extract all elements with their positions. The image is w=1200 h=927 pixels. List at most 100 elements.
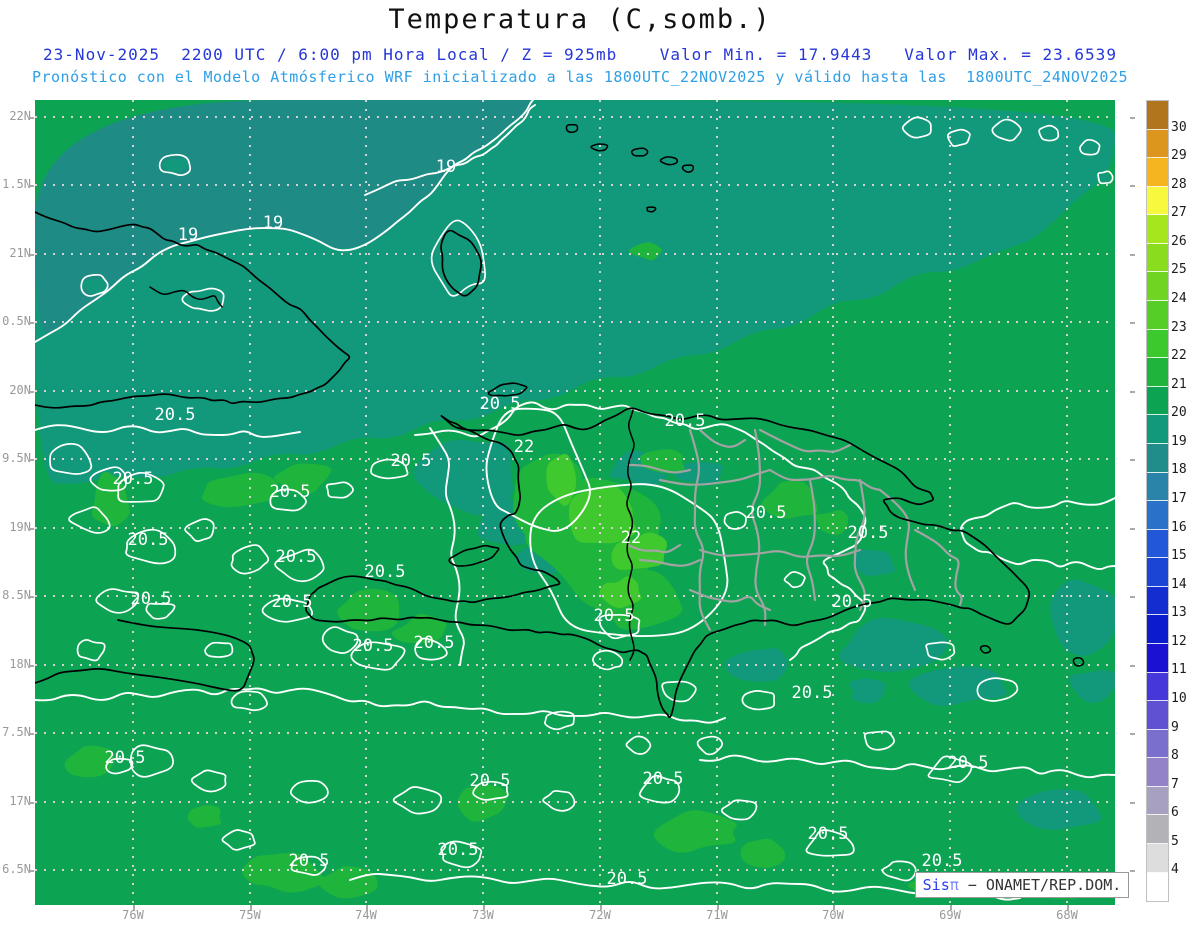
colorbar-segment: [1147, 758, 1168, 787]
colorbar-tick-label: 10: [1171, 691, 1187, 706]
y-tick-label: 7.5N: [2, 725, 31, 739]
colorbar-tick-label: 19: [1171, 433, 1187, 449]
colorbar-segment: [1147, 815, 1168, 845]
watermark-box: Sisπ − ONAMET/REP.DOM.: [915, 872, 1129, 898]
y-tick-label: 9.5N: [2, 451, 31, 465]
colorbar-segment: [1147, 101, 1168, 130]
colorbar-tick-label: 22: [1171, 348, 1187, 364]
colorbar-segment: [1147, 786, 1168, 816]
contour-label: 20.5: [594, 606, 635, 626]
contour-label: 20.5: [948, 753, 989, 773]
colorbar: [1146, 100, 1169, 902]
y-tick: [29, 528, 34, 530]
colorbar-segment: [1147, 558, 1168, 587]
x-tick-label: 76W: [122, 908, 144, 922]
watermark-pi-icon: π: [949, 876, 959, 894]
y-tick-right: [1130, 733, 1135, 735]
colorbar-tick-label: 11: [1171, 662, 1187, 678]
colorbar-segment: [1147, 443, 1168, 473]
contour-label: 20.5: [365, 562, 406, 582]
colorbar-segment: [1147, 215, 1168, 244]
colorbar-tick-label: 13: [1171, 605, 1187, 621]
y-tick-label: 17N: [9, 794, 31, 808]
colorbar-tick-label: 4: [1171, 862, 1179, 878]
contour-label: 20.5: [270, 482, 311, 502]
colorbar-tick-label: 9: [1171, 719, 1179, 735]
contour-label: 20.5: [607, 869, 648, 889]
colorbar-segment: [1147, 844, 1168, 873]
y-tick-label: 18N: [9, 657, 31, 671]
contour-label: 20.5: [665, 411, 706, 431]
contour-label: 20.5: [922, 851, 963, 871]
colorbar-tick-label: 5: [1171, 833, 1179, 849]
contour-label: 20.5: [155, 405, 196, 425]
y-tick: [29, 254, 34, 256]
colorbar-tick-label: 12: [1171, 633, 1187, 649]
y-tick-right: [1130, 528, 1135, 530]
colorbar-segment: [1147, 329, 1168, 359]
y-tick: [29, 185, 34, 187]
colorbar-segment: [1147, 386, 1168, 416]
colorbar-tick-label: 26: [1171, 233, 1187, 249]
x-tick: [250, 905, 252, 910]
y-tick-right: [1130, 322, 1135, 324]
colorbar-tick-label: 28: [1171, 176, 1187, 192]
contour-label: 20.5: [131, 589, 172, 609]
contour-label: 19: [263, 213, 283, 233]
y-tick-right: [1130, 185, 1135, 187]
contour-label: 20.5: [832, 592, 873, 612]
y-tick-label: 6.5N: [2, 862, 31, 876]
x-tick: [600, 905, 602, 910]
y-tick-label: 20N: [9, 383, 31, 397]
colorbar-segment: [1147, 529, 1168, 559]
contour-label: 20.5: [438, 840, 479, 860]
contour-label: 20.5: [470, 771, 511, 791]
contour-label: 20.5: [289, 851, 330, 871]
colorbar-tick-label: 7: [1171, 776, 1179, 792]
y-tick-label: 8.5N: [2, 588, 31, 602]
contour-label: 20.5: [391, 451, 432, 471]
x-tick-label: 68W: [1056, 908, 1078, 922]
y-tick-right: [1130, 665, 1135, 667]
colorbar-tick-label: 30: [1171, 119, 1187, 135]
y-tick-right: [1130, 870, 1135, 872]
y-tick-right: [1130, 391, 1135, 393]
contour-label: 20.5: [353, 636, 394, 656]
y-tick-label: 21N: [9, 246, 31, 260]
y-tick: [29, 596, 34, 598]
watermark-text: − ONAMET/REP.DOM.: [958, 876, 1122, 894]
colorbar-tick-label: 24: [1171, 291, 1187, 306]
x-tick-label: 69W: [939, 908, 961, 922]
colorbar-tick-label: 29: [1171, 148, 1187, 164]
colorbar-segment: [1147, 301, 1168, 330]
contour-label: 20.5: [105, 748, 146, 768]
contour-label: 20.5: [272, 592, 313, 612]
contour-label: 20.5: [792, 683, 833, 703]
colorbar-segment: [1147, 129, 1168, 159]
y-tick: [29, 322, 34, 324]
contour-label: 22: [621, 528, 641, 548]
colorbar-tick-label: 23: [1171, 319, 1187, 335]
subtitle-model-info: Pronóstico con el Modelo Atmósferico WRF…: [31, 68, 1129, 86]
contour-label: 20.5: [414, 633, 455, 653]
colorbar-tick-label: 14: [1171, 576, 1187, 592]
watermark-brand: Sis: [922, 876, 950, 894]
y-tick-label: 0.5N: [2, 314, 31, 328]
x-tick-label: 70W: [822, 908, 844, 922]
x-tick-label: 72W: [589, 908, 611, 922]
colorbar-segment: [1147, 586, 1168, 616]
y-tick-label: 22N: [9, 109, 31, 123]
contour-label: 20.5: [128, 530, 169, 550]
colorbar-tick-label: 21: [1171, 376, 1187, 392]
temperature-map: 19 19 19 22 22 20.5 20.5 20.5 20.5 20.5 20.5 20.5 20…: [34, 99, 1119, 905]
colorbar-tick-label: 16: [1171, 519, 1187, 535]
x-tick: [483, 905, 485, 910]
y-tick-label: 19N: [9, 520, 31, 534]
colorbar-segment: [1147, 472, 1168, 502]
x-tick: [366, 905, 368, 910]
colorbar-tick-label: 15: [1171, 548, 1187, 564]
contour-label: 20.5: [848, 523, 889, 543]
colorbar-segment: [1147, 501, 1168, 530]
x-tick-label: 74W: [355, 908, 377, 922]
x-tick-label: 75W: [239, 908, 261, 922]
